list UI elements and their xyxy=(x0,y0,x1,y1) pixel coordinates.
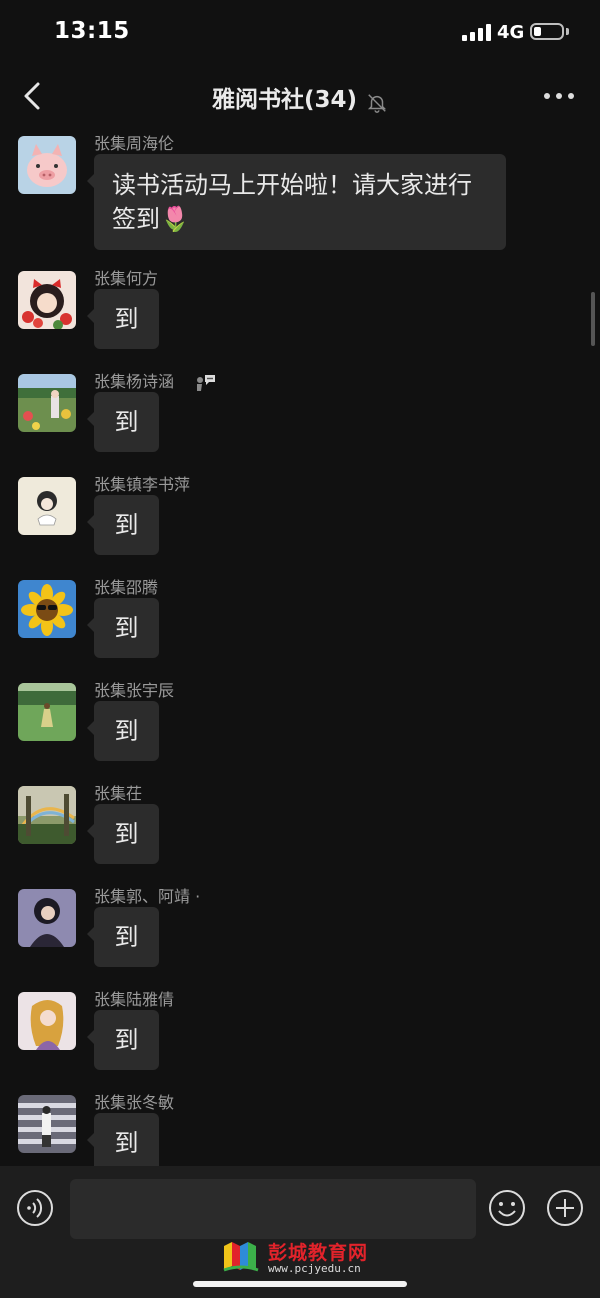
message-text: 到 xyxy=(114,923,139,951)
bubble-tail xyxy=(87,927,94,941)
sketch-girl-avatar[interactable] xyxy=(18,477,76,535)
message-bubble[interactable]: 读书活动马上开始啦！请大家进行签到🌷 xyxy=(87,154,506,250)
sender-name: 张集周海伦 xyxy=(94,134,175,153)
scrollbar[interactable] xyxy=(591,292,595,346)
bubble-tail xyxy=(87,1030,94,1044)
plus-icon[interactable] xyxy=(546,1189,584,1227)
message-bubble[interactable]: 到 xyxy=(87,701,159,761)
chat-title[interactable]: 雅阅书社(34) xyxy=(212,87,357,113)
painted-lady-avatar[interactable] xyxy=(18,992,76,1050)
network-type: 4G xyxy=(497,22,525,43)
more-dots-icon[interactable] xyxy=(544,93,576,101)
battery-icon xyxy=(530,23,564,40)
battery-tip xyxy=(566,28,569,35)
message-bubble[interactable]: 到 xyxy=(87,392,159,452)
home-indicator[interactable] xyxy=(193,1281,407,1287)
sender-name: 张集邵腾 xyxy=(94,578,159,597)
message-bubble[interactable]: 到 xyxy=(87,907,159,967)
chat-header: 雅阅书社(34) xyxy=(0,64,600,128)
watermark: 彭城教育网 www.pcjyedu.cn xyxy=(222,1238,382,1278)
message-text: 到 xyxy=(114,408,139,436)
sender-name: 张集杨诗涵 xyxy=(94,372,175,391)
bubble-tail xyxy=(87,412,94,426)
rainbow-forest-avatar[interactable] xyxy=(18,786,76,844)
watermark-logo xyxy=(223,1242,259,1272)
sender-name: 张集张冬敏 xyxy=(94,1093,175,1112)
voice-icon[interactable] xyxy=(16,1189,54,1227)
bubble-tail xyxy=(87,174,94,188)
portrait-photo-avatar[interactable] xyxy=(18,889,76,947)
sender-name: 张集郭、阿靖 · xyxy=(94,887,201,906)
emoji-icon[interactable] xyxy=(488,1189,526,1227)
input-bar: 彭城教育网 www.pcjyedu.cn xyxy=(0,1166,600,1298)
watermark-title: 彭城教育网 xyxy=(268,1242,369,1264)
bubble-tail xyxy=(87,824,94,838)
bubble-tail xyxy=(87,515,94,529)
bubble-tail xyxy=(87,618,94,632)
message-text: 到 xyxy=(114,1026,139,1054)
sender-name: 张集陆雅倩 xyxy=(94,990,175,1009)
bubble-tail xyxy=(87,309,94,323)
pig-avatar[interactable] xyxy=(18,136,76,194)
chat-title-wrap: 雅阅书社(34) xyxy=(0,80,600,114)
message-text: 到 xyxy=(114,305,139,333)
message-bubble[interactable]: 到 xyxy=(87,1010,159,1070)
sender-name: 张集何方 xyxy=(94,269,159,288)
message-bubble[interactable]: 到 xyxy=(87,598,159,658)
message-text: 到 xyxy=(114,511,139,539)
message-bubble[interactable]: 到 xyxy=(87,1113,159,1166)
sender-name: 张集茌 xyxy=(94,784,143,803)
status-time: 13:15 xyxy=(54,18,130,44)
sunflower-avatar[interactable] xyxy=(18,580,76,638)
message-bubble[interactable]: 到 xyxy=(87,289,159,349)
message-bubble[interactable]: 到 xyxy=(87,495,159,555)
pat-icon xyxy=(197,374,216,391)
meadow-photo-avatar[interactable] xyxy=(18,683,76,741)
signal-icon xyxy=(462,24,492,41)
message-list[interactable]: 张集周海伦 读书活动马上开始啦！请大家进行签到🌷 张集何方 到 张集杨诗涵 到 … xyxy=(0,128,600,1166)
message-text: 到 xyxy=(114,1129,139,1157)
message-text: 到 xyxy=(114,614,139,642)
sender-name-row: 张集杨诗涵 xyxy=(94,368,217,393)
message-text: 读书活动马上开始啦！请大家进行签到🌷 xyxy=(112,171,472,233)
girl-with-flowers-avatar[interactable] xyxy=(18,271,76,329)
watermark-url: www.pcjyedu.cn xyxy=(268,1262,361,1275)
garden-photo-avatar[interactable] xyxy=(18,374,76,432)
bubble-tail xyxy=(87,1133,94,1147)
sender-name: 张集张宇辰 xyxy=(94,681,175,700)
bubble-tail xyxy=(87,721,94,735)
sender-name: 张集镇李书萍 xyxy=(94,475,191,494)
message-text: 到 xyxy=(114,820,139,848)
message-input[interactable] xyxy=(70,1179,476,1239)
message-text: 到 xyxy=(114,717,139,745)
bell-off-icon xyxy=(367,93,387,113)
crosswalk-photo-avatar[interactable] xyxy=(18,1095,76,1153)
message-bubble[interactable]: 到 xyxy=(87,804,159,864)
status-bar: 13:15 4G xyxy=(0,0,600,64)
